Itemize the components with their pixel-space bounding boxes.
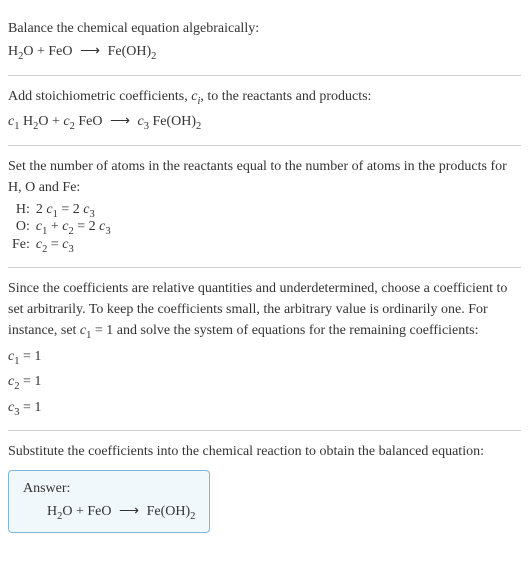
atom-eq-fe: c2 = c3	[36, 237, 111, 255]
solve-intro-b: = 1 and solve the system of equations fo…	[91, 323, 478, 338]
coeff-intro: Add stoichiometric coefficients, ci, to …	[8, 86, 521, 110]
atom-eq-o: c1 + c2 = 2 c3	[36, 219, 111, 237]
section-solve: Since the coefficients are relative quan…	[8, 268, 521, 431]
arrow-icon: ⟶	[110, 111, 130, 132]
coeff-intro-a: Add stoichiometric coefficients,	[8, 89, 191, 104]
o-c3s: 3	[105, 226, 110, 237]
answer-label: Answer:	[23, 481, 195, 497]
section-balance-intro: Balance the chemical equation algebraica…	[8, 8, 521, 76]
answer-equation: H2O + FeO ⟶ Fe(OH)2	[23, 503, 195, 522]
atom-label-fe: Fe:	[8, 237, 36, 255]
intro-text: Balance the chemical equation algebraica…	[8, 18, 521, 39]
fe-eq: =	[47, 237, 62, 252]
ans-feoh: Fe(OH)	[147, 504, 191, 519]
result-c3: c3 = 1	[8, 397, 521, 421]
arrow-icon: ⟶	[80, 41, 100, 62]
section-atom-balance: Set the number of atoms in the reactants…	[8, 146, 521, 268]
equation-with-coeffs: c1 H2O + c2 FeO ⟶ c3 Fe(OH)2	[8, 111, 521, 135]
coeff-intro-b: , to the reactants and products:	[200, 89, 371, 104]
result-c1: c1 = 1	[8, 346, 521, 370]
ans-h: H	[47, 504, 57, 519]
atom-equations-table: H: 2 c1 = 2 c3 O: c1 + c2 = 2 c3 Fe: c2 …	[8, 202, 111, 255]
atom-intro: Set the number of atoms in the reactants…	[8, 156, 521, 198]
answer-box: Answer: H2O + FeO ⟶ Fe(OH)2	[8, 470, 210, 533]
result-c2: c2 = 1	[8, 371, 521, 395]
h2o-h: H	[19, 114, 33, 129]
h2o-o: O +	[38, 114, 63, 129]
eq-sub2b: 2	[151, 51, 156, 62]
feo-text: FeO	[75, 114, 103, 129]
r1-v: = 1	[19, 349, 41, 364]
atom-row-h: H: 2 c1 = 2 c3	[8, 202, 111, 220]
answer-intro: Substitute the coefficients into the che…	[8, 441, 521, 462]
atom-row-o: O: c1 + c2 = 2 c3	[8, 219, 111, 237]
feoh-sub: 2	[196, 121, 201, 132]
eq-h: H	[8, 44, 18, 59]
eq-feoh: Fe(OH)	[108, 44, 152, 59]
ans-feoh-sub: 2	[190, 511, 195, 522]
section-answer: Substitute the coefficients into the che…	[8, 431, 521, 541]
eq-o-feo: O + FeO	[23, 44, 72, 59]
o-plus: +	[47, 219, 62, 234]
section-coefficients: Add stoichiometric coefficients, ci, to …	[8, 76, 521, 146]
atom-label-o: O:	[8, 219, 36, 237]
r2-v: = 1	[19, 374, 41, 389]
h-eq-b: = 2	[58, 202, 83, 217]
equation-unbalanced: H2O + FeO ⟶ Fe(OH)2	[8, 41, 521, 65]
solve-intro: Since the coefficients are relative quan…	[8, 278, 521, 344]
arrow-icon: ⟶	[119, 503, 139, 520]
ans-rest: O + FeO	[62, 504, 111, 519]
atom-row-fe: Fe: c2 = c3	[8, 237, 111, 255]
feoh-text: Fe(OH)	[149, 114, 196, 129]
r3-v: = 1	[19, 400, 41, 415]
atom-label-h: H:	[8, 202, 36, 220]
h-c3s: 3	[89, 208, 94, 219]
h-2a: 2	[36, 202, 47, 217]
atom-eq-h: 2 c1 = 2 c3	[36, 202, 111, 220]
fe-c3s: 3	[68, 244, 73, 255]
o-eq: = 2	[74, 219, 99, 234]
